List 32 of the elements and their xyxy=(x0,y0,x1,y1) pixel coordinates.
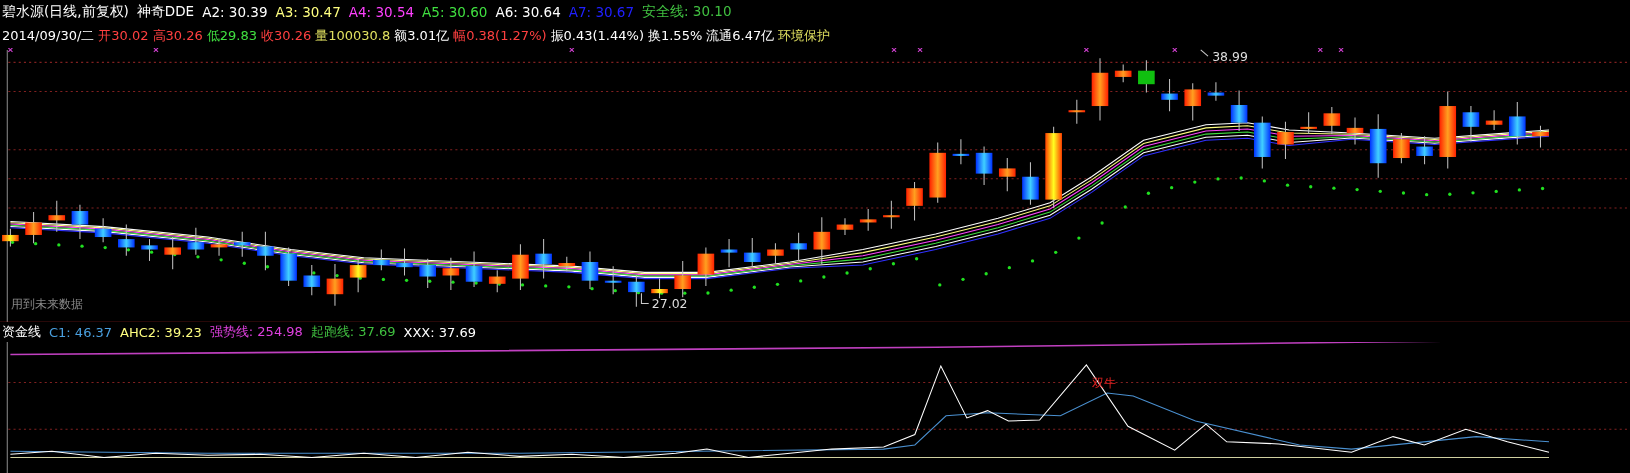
leader-line xyxy=(1200,49,1209,57)
indicator-value: A2: 30.39 xyxy=(202,4,268,20)
leader-line xyxy=(640,292,650,305)
indicator-value: A7: 30.67 xyxy=(568,4,635,20)
quote-value: 量100030.8 xyxy=(315,27,391,45)
quote-value: 换1.55% xyxy=(647,27,703,45)
quote-value: 流通6.47亿 xyxy=(706,27,775,45)
indicator-value: A5: 30.60 xyxy=(422,4,488,20)
indicator-value: 强势线: 254.98 xyxy=(209,323,303,341)
quote-value: 幅0.38(1.27%) xyxy=(453,27,547,45)
chart-note: 用到未来数据 xyxy=(11,295,84,311)
quote-value: 额3.01亿 xyxy=(394,27,450,45)
quote-value: 振0.43(1.44%) xyxy=(550,27,644,45)
quote-value: 高30.26 xyxy=(152,27,203,45)
quote-value: 低29.83 xyxy=(206,27,257,45)
chart-title: 碧水源(日线,前复权) xyxy=(2,3,129,21)
indicator-value: A6: 30.64 xyxy=(495,4,561,20)
quote-value: 开30.02 xyxy=(98,27,149,45)
quote-value: 收30.26 xyxy=(260,27,312,45)
indicator-value: A4: 30.54 xyxy=(348,4,415,20)
indicator-value: C1: 46.37 xyxy=(49,324,113,340)
indicator-value: 起跑线: 37.69 xyxy=(310,323,396,341)
quote-date: 2014/09/30/二 xyxy=(2,27,95,45)
sector-label: 环境保护 xyxy=(778,27,831,45)
sub-chart-title: 资金线 xyxy=(2,323,41,341)
indicator-value: 安全线: 30.10 xyxy=(642,3,732,21)
indicator-name: 神奇DDE xyxy=(136,3,195,21)
indicator-value: A3: 30.47 xyxy=(275,4,341,20)
high-price-label: 38.99 xyxy=(1212,49,1248,65)
low-price-label: 27.02 xyxy=(651,295,688,311)
indicator-value: XXX: 37.69 xyxy=(403,324,476,340)
indicator-value: AHC2: 39.23 xyxy=(120,324,202,340)
